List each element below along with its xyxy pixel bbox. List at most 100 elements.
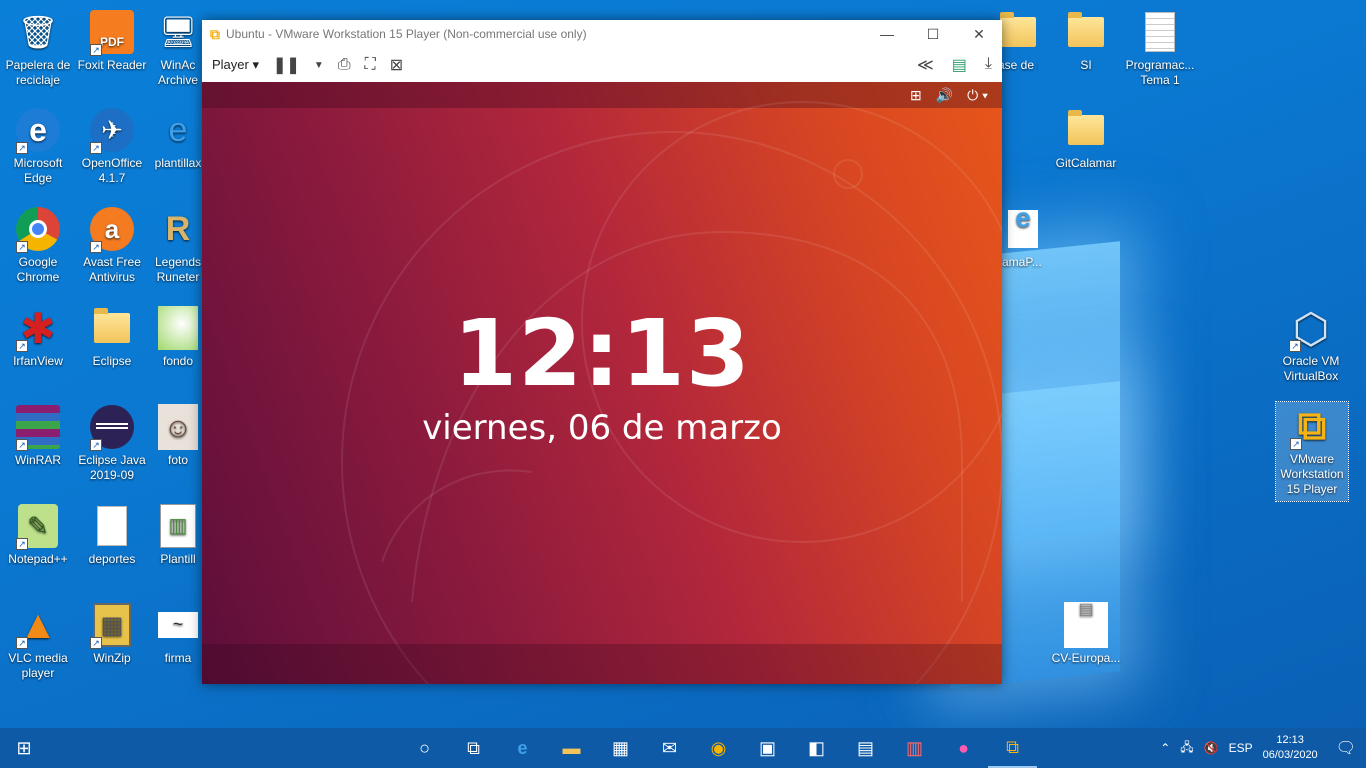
- language-indicator[interactable]: ESP: [1229, 741, 1253, 755]
- desktop-icon-winac[interactable]: 🖥 WinAc Archive: [148, 8, 208, 88]
- taskbar: ⊞ ○ ⧉ e ▬ ▦ ✉ ◉ ▣ ◧ ▤ ▥ ● ⧉ ⌃ 🖧 🔇 ESP 12…: [0, 728, 1366, 768]
- vmware-icon: ⧉ ↗: [1288, 402, 1336, 450]
- folder-icon: [1062, 8, 1110, 56]
- calculator-taskbar-icon[interactable]: ▣: [743, 728, 792, 768]
- unity-icon[interactable]: ⊠: [390, 55, 403, 75]
- icon-label: deportes: [88, 552, 136, 566]
- vlc-icon: ▲ ↗: [14, 601, 62, 649]
- virtualbox-icon: ⬡ ↗: [1287, 304, 1335, 352]
- desktop-icon-irfanview[interactable]: ✱ ↗ IrfanView: [0, 304, 76, 369]
- vmware-player-window[interactable]: ⧉ Ubuntu - VMware Workstation 15 Player …: [202, 20, 1002, 684]
- desktop-icon-vlc[interactable]: ▲ ↗ VLC media player: [0, 601, 76, 681]
- desktop-icon-avast[interactable]: a ↗ Avast Free Antivirus: [74, 205, 150, 285]
- icon-label: Foxit Reader: [77, 58, 147, 72]
- collapse-toolbar-icon[interactable]: ≪: [917, 55, 934, 75]
- desktop-icon-deportes[interactable]: deportes: [74, 502, 150, 567]
- download-icon[interactable]: ⤓: [985, 55, 992, 75]
- taskbar-time: 12:13: [1276, 734, 1304, 746]
- desktop-icon-plantillax[interactable]: e plantillax: [148, 106, 208, 171]
- player-menu-label: Player: [212, 57, 249, 72]
- edge-taskbar-icon[interactable]: e: [498, 728, 547, 768]
- desktop-icon-eclipse-java[interactable]: ↗ Eclipse Java 2019-09: [74, 403, 150, 483]
- icon-label: Eclipse Java 2019-09: [78, 453, 146, 482]
- cortana-icon[interactable]: ○: [400, 728, 449, 768]
- eclipse-icon: ↗: [88, 403, 136, 451]
- virtualbox-taskbar-icon[interactable]: ◧: [792, 728, 841, 768]
- window-titlebar[interactable]: ⧉ Ubuntu - VMware Workstation 15 Player …: [202, 20, 1002, 48]
- message-log-icon[interactable]: ▤: [952, 55, 967, 75]
- notifications-icon[interactable]: 🗨: [1336, 738, 1356, 758]
- desktop-icon-virtualbox[interactable]: ⬡ ↗ Oracle VM VirtualBox: [1273, 304, 1349, 384]
- base-taskbar-icon[interactable]: ▥: [890, 728, 939, 768]
- icon-label: firma: [164, 651, 192, 665]
- winzip-taskbar-icon[interactable]: ▤: [841, 728, 890, 768]
- icon-label: VMware Workstation 15 Player: [1280, 452, 1344, 496]
- recycle-bin-icon: 🗑: [17, 13, 59, 50]
- icon-label: SI: [1080, 58, 1092, 72]
- file-explorer-icon[interactable]: ▬: [547, 728, 596, 768]
- desktop-icon-gitcalamar[interactable]: GitCalamar: [1048, 106, 1124, 171]
- icon-label: plantillax: [154, 156, 202, 170]
- desktop-icon-chrome[interactable]: ↗ Google Chrome: [0, 205, 76, 285]
- system-tray: ⌃ 🖧 🔇 ESP 12:13 06/03/2020 🗨: [1160, 728, 1366, 768]
- pdf-file-icon: ▤: [1062, 601, 1110, 649]
- desktop-icon-legends[interactable]: R Legends Runeter: [148, 205, 208, 285]
- task-view-icon[interactable]: ⧉: [449, 728, 498, 768]
- openoffice-icon: ✈ ↗: [88, 106, 136, 154]
- desktop-icon-winrar[interactable]: ↗ WinRAR: [0, 403, 76, 468]
- desktop-icon-recycle-bin[interactable]: 🗑 Papelera de reciclaje: [0, 8, 76, 88]
- close-button[interactable]: ✕: [956, 26, 1002, 43]
- desktop-icon-vmware-player[interactable]: ⧉ ↗ VMware Workstation 15 Player: [1275, 401, 1349, 502]
- vmware-taskbar-icon[interactable]: ⧉: [988, 728, 1037, 768]
- volume-muted-icon[interactable]: 🔇: [1204, 741, 1219, 755]
- icon-label: WinRAR: [14, 453, 61, 467]
- icon-label: Notepad++: [8, 552, 68, 566]
- maximize-button[interactable]: ☐: [910, 26, 956, 43]
- store-icon[interactable]: ▦: [596, 728, 645, 768]
- taskbar-date: 06/03/2020: [1262, 749, 1318, 761]
- icon-label: Legends Runeter: [154, 255, 202, 284]
- ubuntu-lock-screen[interactable]: ⊞ 🔊 ⏻ ▾ 12:13 viernes, 06 de marzo: [202, 82, 1002, 684]
- balloon-taskbar-icon[interactable]: ●: [939, 728, 988, 768]
- chevron-up-icon[interactable]: ⌃: [1160, 741, 1170, 755]
- network-tray-icon[interactable]: 🖧: [1180, 738, 1193, 759]
- mail-icon[interactable]: ✉: [645, 728, 694, 768]
- desktop-icon-programacion-tema1[interactable]: Programac... Tema 1: [1122, 8, 1198, 88]
- vmware-logo-icon: ⧉: [210, 25, 220, 42]
- desktop-icon-programa-p[interactable]: e ramaP...: [998, 205, 1048, 270]
- player-menu[interactable]: Player ▾: [212, 57, 259, 73]
- notepadpp-icon: ✎ ↗: [14, 502, 62, 550]
- minimize-button[interactable]: —: [864, 26, 910, 43]
- image-file-icon: [154, 304, 202, 352]
- icon-label: Plantill: [160, 552, 196, 566]
- lock-date: viernes, 06 de marzo: [422, 408, 782, 448]
- desktop-icon-openoffice[interactable]: ✈ ↗ OpenOffice 4.1.7: [74, 106, 150, 186]
- full-screen-icon[interactable]: ⛶: [365, 56, 376, 74]
- desktop-icon-foxit[interactable]: PDF ↗ Foxit Reader: [74, 8, 150, 73]
- chevron-down-icon[interactable]: ▼: [314, 60, 324, 71]
- desktop-icon-firma[interactable]: ~ firma: [148, 601, 208, 666]
- signature-image-icon: ~: [154, 601, 202, 649]
- folder-icon: [88, 304, 136, 352]
- ie-file-icon: e: [168, 110, 188, 149]
- desktop-icon-cv-europass[interactable]: ▤ CV-Europa...: [1048, 601, 1124, 666]
- desktop-icon-base-datos[interactable]: ase de atos: [998, 8, 1038, 73]
- desktop-icon-edge[interactable]: e ↗ Microsoft Edge: [0, 106, 76, 186]
- lock-bottom-band: [202, 644, 1002, 684]
- icon-label: fondo: [162, 354, 194, 368]
- windows-start-icon[interactable]: ⊞: [0, 728, 48, 768]
- folder-icon: [1062, 106, 1110, 154]
- taskbar-clock[interactable]: 12:13 06/03/2020: [1263, 733, 1318, 763]
- chrome-taskbar-icon[interactable]: ◉: [694, 728, 743, 768]
- file-icon: [88, 502, 136, 550]
- desktop-icon-si[interactable]: SI: [1048, 8, 1124, 73]
- pause-icon[interactable]: ❚❚: [273, 55, 300, 75]
- send-ctrl-alt-del-icon[interactable]: ⎙: [338, 56, 351, 74]
- desktop-icon-notepadpp[interactable]: ✎ ↗ Notepad++: [0, 502, 76, 567]
- desktop-icon-fondo[interactable]: fondo: [148, 304, 208, 369]
- document-thumbnail-icon: ▥: [154, 502, 202, 550]
- desktop-icon-plantilla[interactable]: ▥ Plantill: [148, 502, 208, 567]
- desktop-icon-winzip[interactable]: ▦ ↗ WinZip: [74, 601, 150, 666]
- desktop-icon-eclipse-folder[interactable]: Eclipse: [74, 304, 150, 369]
- desktop-icon-foto[interactable]: ☺ foto: [148, 403, 208, 468]
